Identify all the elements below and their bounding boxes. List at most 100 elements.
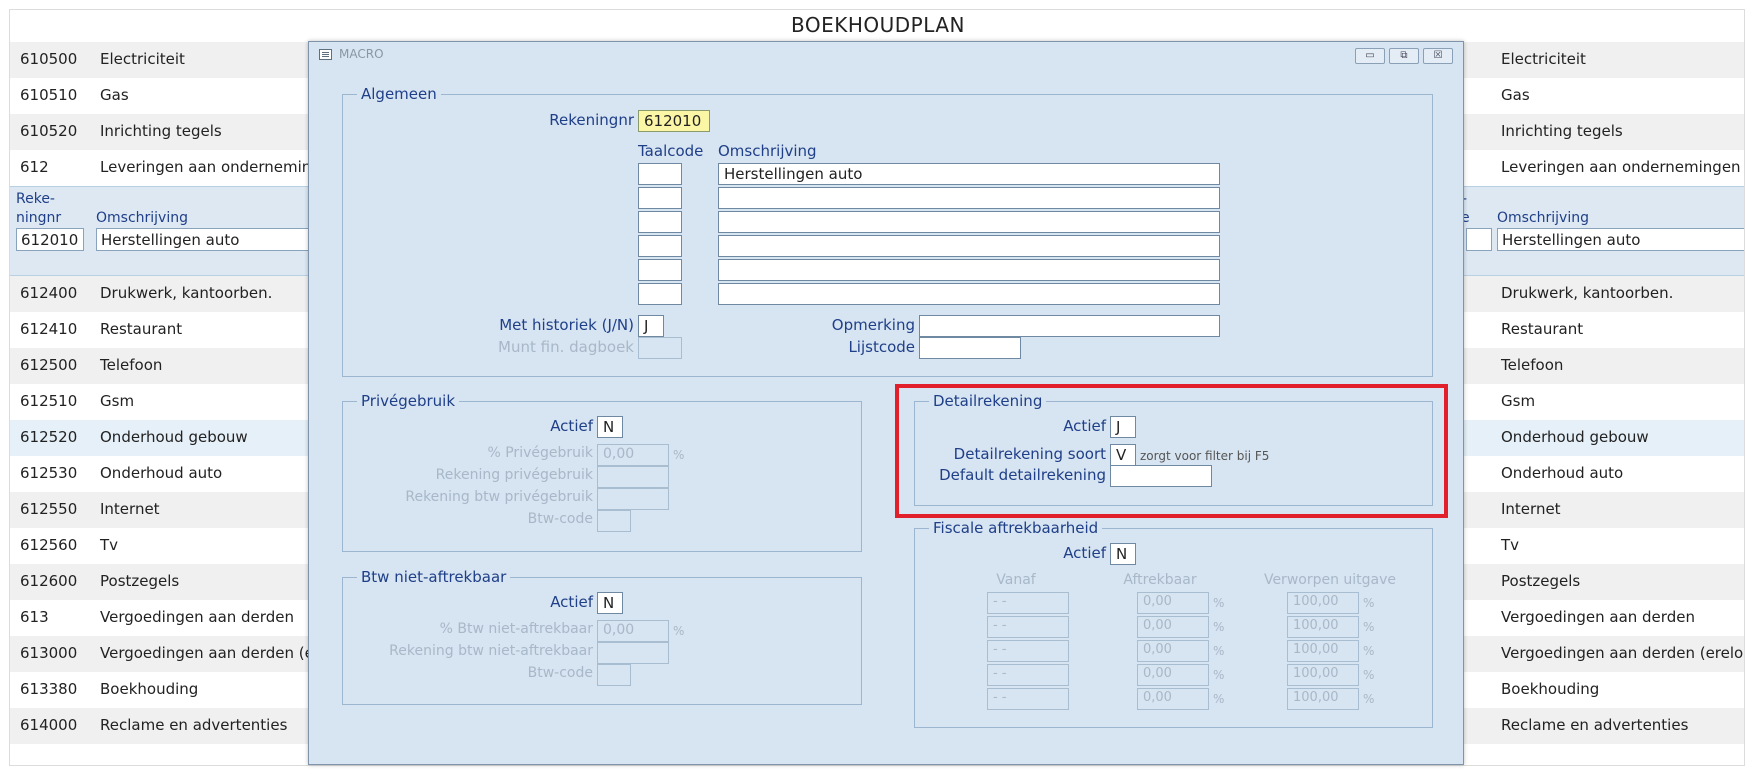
row-code: 613380: [20, 680, 78, 698]
fiscale-actief-field[interactable]: N: [1110, 543, 1136, 565]
percent-sign: %: [1213, 668, 1225, 682]
fiscale-verworpen-4: 100,00: [1287, 664, 1359, 686]
row-desc: Onderhoud gebouw: [100, 428, 248, 446]
omschrijving-header: Omschrijving: [718, 142, 817, 160]
row-right-desc: Gsm: [1501, 392, 1536, 410]
row-desc: Gas: [100, 86, 129, 104]
btw-actief-field[interactable]: N: [597, 592, 623, 614]
row-desc: Internet: [100, 500, 160, 518]
omschrijving-field-1[interactable]: Herstellingen auto: [718, 163, 1220, 185]
dialog-titlebar[interactable]: MACRO ▭ ⧉ ☒: [309, 42, 1463, 66]
dialog-title: MACRO: [339, 47, 384, 61]
taalcode-field-6[interactable]: [638, 283, 682, 305]
row-right-desc: Onderhoud auto: [1501, 464, 1624, 482]
prive-rekening-btw-label: Rekening btw privégebruik: [405, 489, 593, 505]
row-right-desc: Boekhouding: [1501, 680, 1600, 698]
prive-rekening-label: Rekening privégebruik: [435, 467, 593, 483]
row-right-desc: Inrichting tegels: [1501, 122, 1623, 140]
taalcode-field-1[interactable]: [638, 163, 682, 185]
close-button[interactable]: ☒: [1423, 48, 1453, 64]
row-code: 612520: [20, 428, 78, 446]
prive-rekening-btw-field: [597, 488, 669, 510]
row-code: 614000: [20, 716, 78, 734]
taalcode-field-2[interactable]: [638, 187, 682, 209]
percent-sign: %: [1363, 596, 1375, 610]
omschrijving-field-4[interactable]: [718, 235, 1220, 257]
window-icon: [319, 49, 332, 60]
row-desc: Postzegels: [100, 572, 180, 590]
percent-sign: %: [1363, 620, 1375, 634]
row-right-desc: Reclame en advertenties: [1501, 716, 1689, 734]
percent-sign: %: [673, 624, 685, 638]
row-desc: Tv: [100, 536, 119, 554]
header-rekeningnr: Reke- ningnr: [16, 191, 62, 226]
header-omschrijving: Omschrijving: [96, 210, 188, 226]
rekeningnr-field[interactable]: 612010: [638, 110, 710, 132]
row-code: 612560: [20, 536, 78, 554]
group-privegebruik: Privégebruik Actief N % Privégebruik 0,0…: [342, 392, 862, 552]
percent-sign: %: [673, 448, 685, 462]
fiscale-aftrekbaar-5: 0,00: [1137, 688, 1209, 710]
page-title: BOEKHOUDPLAN: [791, 13, 965, 37]
taalcode-field-5[interactable]: [638, 259, 682, 281]
btw-rekening-field: [597, 642, 669, 664]
row-code: 610520: [20, 122, 78, 140]
omschrijving-field-6[interactable]: [718, 283, 1220, 305]
row-desc: Gsm: [100, 392, 135, 410]
fiscale-vanaf-5: - -: [987, 688, 1069, 710]
row-code: 610510: [20, 86, 78, 104]
taalcode-field-4[interactable]: [638, 235, 682, 257]
row-right-desc: Vergoedingen aan derden: [1501, 608, 1695, 626]
taalcode-field-3[interactable]: [638, 211, 682, 233]
minimize-button[interactable]: ▭: [1355, 48, 1385, 64]
prive-btwcode-label: Btw-code: [527, 511, 593, 527]
restore-button[interactable]: ⧉: [1389, 48, 1419, 64]
omschrijving-input[interactable]: Herstellingen auto: [96, 228, 326, 251]
prive-pct-field: 0,00: [597, 444, 669, 466]
row-code: 612: [20, 158, 49, 176]
omschrijving-field-2[interactable]: [718, 187, 1220, 209]
group-legend-algemeen: Algemeen: [357, 85, 441, 103]
group-algemeen: Algemeen Rekeningnr 612010 Taalcode Omsc…: [342, 85, 1433, 377]
fiscale-aftrekbaar-2: 0,00: [1137, 616, 1209, 638]
right-omschrijving-input[interactable]: Herstellingen auto: [1497, 228, 1744, 251]
row-right-desc: Leveringen aan ondernemingen: [1501, 158, 1741, 176]
row-desc: Reclame en advertenties: [100, 716, 288, 734]
taalcode-header: Taalcode: [638, 142, 704, 160]
highlight-box: [895, 384, 1448, 518]
omschrijving-field-3[interactable]: [718, 211, 1220, 233]
row-right-desc: Vergoedingen aan derden (ereloon,: [1501, 644, 1745, 662]
fiscale-vanaf-1: - -: [987, 592, 1069, 614]
fiscale-verworpen-5: 100,00: [1287, 688, 1359, 710]
fiscale-verworpen-2: 100,00: [1287, 616, 1359, 638]
row-desc: Inrichting tegels: [100, 122, 222, 140]
munt-field: [638, 337, 682, 359]
rekeningnr-input[interactable]: 612010: [16, 228, 84, 251]
group-btw-niet-aftrekbaar: Btw niet-aftrekbaar Actief N % Btw niet-…: [342, 568, 862, 705]
percent-sign: %: [1213, 692, 1225, 706]
row-right-desc: Gas: [1501, 86, 1530, 104]
btw-pct-label: % Btw niet-aftrekbaar: [439, 621, 593, 637]
fiscale-verworpen-3: 100,00: [1287, 640, 1359, 662]
omschrijving-field-5[interactable]: [718, 259, 1220, 281]
btw-pct-field: 0,00: [597, 620, 669, 642]
lijstcode-label: Lijstcode: [848, 338, 915, 356]
lijstcode-field[interactable]: [919, 337, 1021, 359]
row-right-desc: Electriciteit: [1501, 50, 1586, 68]
row-right-desc: Drukwerk, kantoorben.: [1501, 284, 1674, 302]
opmerking-field[interactable]: [919, 315, 1220, 337]
row-code: 612500: [20, 356, 78, 374]
right-code-input[interactable]: [1466, 228, 1492, 251]
fiscale-vanaf-3: - -: [987, 640, 1069, 662]
prive-actief-field[interactable]: N: [597, 416, 623, 438]
col-aftrekbaar: Aftrekbaar: [1123, 572, 1197, 588]
fiscale-aftrekbaar-1: 0,00: [1137, 592, 1209, 614]
group-legend-btw-niet: Btw niet-aftrekbaar: [357, 568, 511, 586]
percent-sign: %: [1213, 620, 1225, 634]
prive-actief-label: Actief: [550, 417, 593, 435]
prive-btwcode-field: [597, 510, 631, 532]
row-code: 610500: [20, 50, 78, 68]
row-code: 613: [20, 608, 49, 626]
historiek-field[interactable]: J: [638, 315, 664, 337]
row-code: 612410: [20, 320, 78, 338]
